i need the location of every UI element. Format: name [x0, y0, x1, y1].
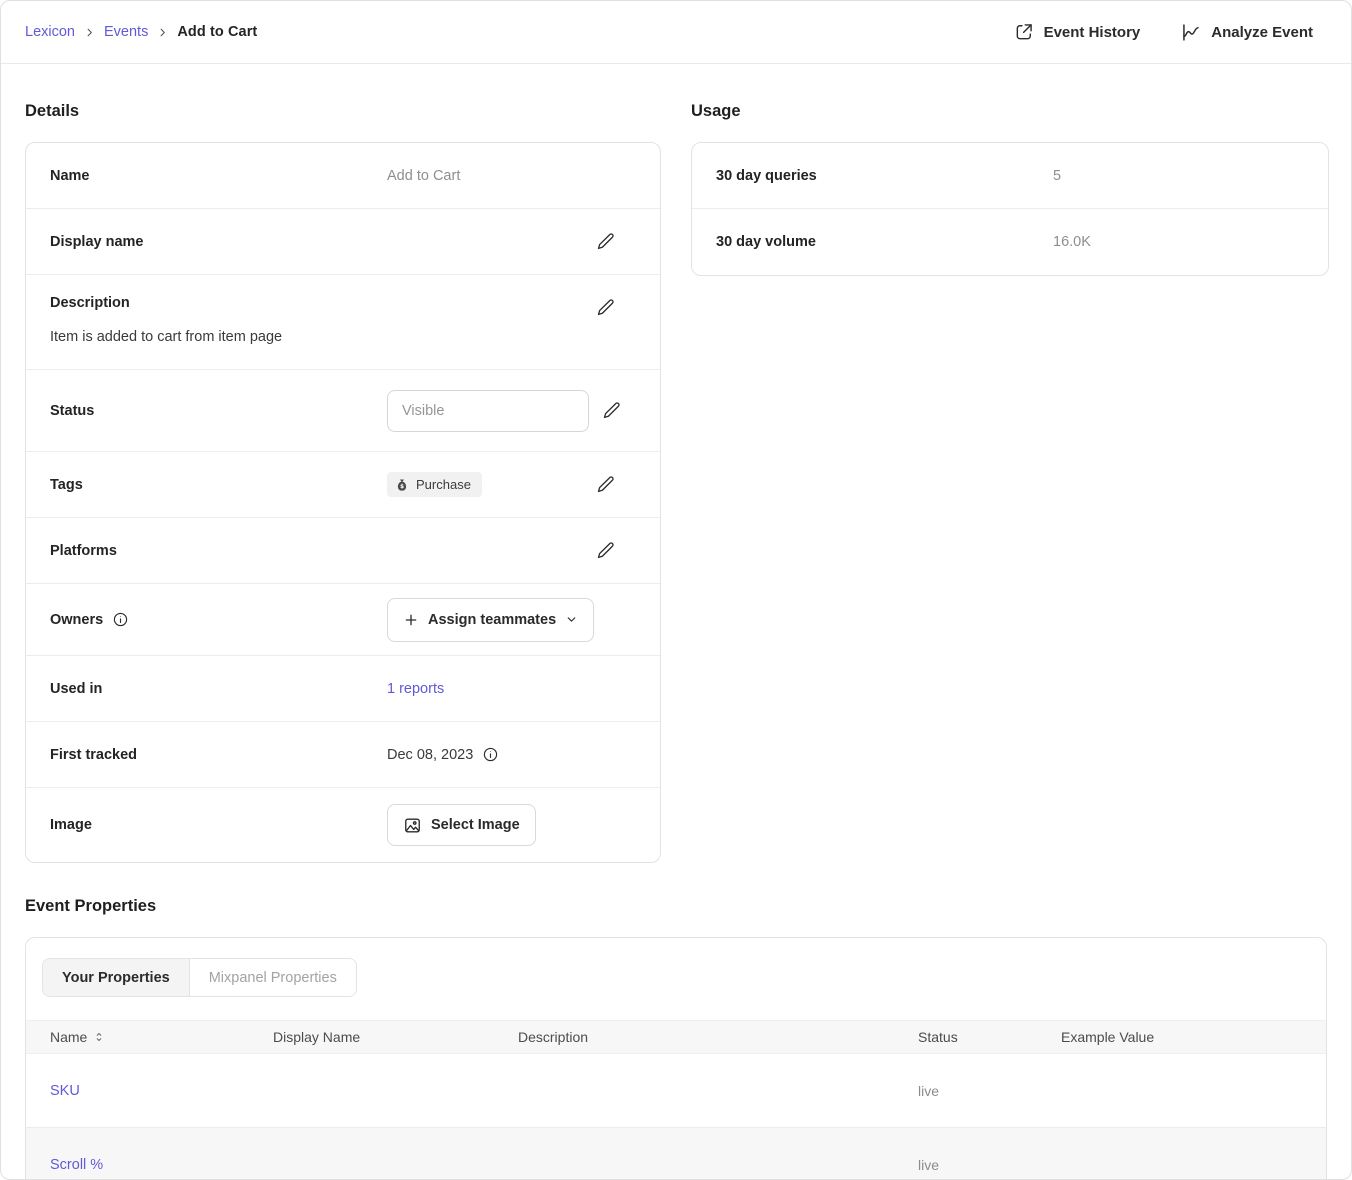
property-row-sku[interactable]: SKU live: [26, 1054, 1326, 1128]
queries-value: 5: [1053, 168, 1061, 184]
name-label: Name: [50, 168, 387, 184]
select-image-label: Select Image: [431, 817, 520, 833]
first-tracked-value: Dec 08, 2023: [387, 747, 473, 763]
display-name-label: Display name: [50, 234, 387, 250]
used-in-reports-link[interactable]: 1 reports: [387, 681, 444, 697]
edit-status-button[interactable]: [599, 398, 624, 423]
detail-row-tags: Tags $ Purchase: [26, 452, 660, 518]
property-status: live: [918, 1083, 1061, 1099]
property-status: live: [918, 1157, 1061, 1173]
image-icon: [403, 816, 422, 835]
breadcrumb: Lexicon Events Add to Cart: [25, 24, 257, 40]
pencil-icon: [595, 297, 616, 318]
edit-description-button[interactable]: [593, 295, 618, 320]
breadcrumb-link-lexicon[interactable]: Lexicon: [25, 24, 75, 40]
edit-display-name-button[interactable]: [593, 229, 618, 254]
detail-row-display-name: Display name: [26, 209, 660, 275]
detail-row-status: Status: [26, 370, 660, 452]
pencil-icon: [595, 540, 616, 561]
usage-card: 30 day queries 5 30 day volume 16.0K: [691, 142, 1329, 276]
first-tracked-label: First tracked: [50, 747, 387, 763]
event-properties-section: Event Properties Your Properties Mixpane…: [25, 895, 1327, 1180]
owners-label: Owners: [50, 612, 103, 628]
tags-label: Tags: [50, 477, 387, 493]
col-name: Name: [50, 1029, 87, 1045]
analyze-event-label: Analyze Event: [1211, 24, 1313, 41]
tag-purchase[interactable]: $ Purchase: [387, 472, 482, 497]
external-link-icon: [1014, 22, 1034, 42]
analyze-event-button[interactable]: Analyze Event: [1180, 22, 1313, 43]
queries-label: 30 day queries: [716, 168, 1053, 184]
event-history-label: Event History: [1044, 24, 1141, 41]
event-properties-card: Your Properties Mixpanel Properties Name: [25, 937, 1327, 1180]
chevron-right-icon: [157, 27, 168, 38]
event-history-button[interactable]: Event History: [1014, 22, 1141, 42]
detail-row-owners: Owners: [26, 584, 660, 656]
description-label: Description: [50, 295, 387, 311]
info-icon[interactable]: [112, 611, 129, 628]
assign-teammates-label: Assign teammates: [428, 612, 556, 628]
details-section: Details Name Add to Cart Display name: [25, 64, 661, 863]
status-label: Status: [50, 403, 387, 419]
breadcrumb-link-events[interactable]: Events: [104, 24, 148, 40]
platforms-label: Platforms: [50, 543, 387, 559]
image-label: Image: [50, 817, 387, 833]
usage-section: Usage 30 day queries 5 30 day volume 16.…: [691, 64, 1329, 276]
plus-icon: [403, 612, 419, 628]
volume-value: 16.0K: [1053, 234, 1091, 250]
top-bar: Lexicon Events Add to Cart Event Histo: [1, 1, 1351, 64]
detail-row-name: Name Add to Cart: [26, 143, 660, 209]
usage-title: Usage: [691, 100, 1329, 122]
detail-row-platforms: Platforms: [26, 518, 660, 584]
col-status: Status: [918, 1029, 1061, 1045]
pencil-icon: [601, 400, 622, 421]
topbar-actions: Event History Analyze Event: [1014, 22, 1313, 43]
col-example-value: Example Value: [1061, 1029, 1326, 1045]
select-image-button[interactable]: Select Image: [387, 804, 536, 846]
line-chart-icon: [1180, 22, 1201, 43]
sort-name-button[interactable]: [93, 1031, 105, 1043]
breadcrumb-current: Add to Cart: [177, 24, 257, 40]
app-window: Lexicon Events Add to Cart Event Histo: [0, 0, 1352, 1180]
event-properties-title: Event Properties: [25, 895, 1327, 917]
property-link-sku[interactable]: SKU: [50, 1083, 80, 1099]
edit-tags-button[interactable]: [593, 472, 618, 497]
money-bag-icon: $: [395, 478, 409, 492]
sort-icon: [93, 1031, 105, 1043]
tab-mixpanel-properties[interactable]: Mixpanel Properties: [189, 959, 356, 996]
used-in-label: Used in: [50, 681, 387, 697]
properties-tab-group: Your Properties Mixpanel Properties: [42, 958, 357, 997]
chevron-down-icon: [565, 613, 578, 626]
col-display-name: Display Name: [273, 1029, 518, 1045]
tab-your-properties[interactable]: Your Properties: [43, 959, 189, 996]
detail-row-image: Image Select Image: [26, 788, 660, 862]
status-input[interactable]: [387, 390, 589, 432]
property-row-scroll[interactable]: Scroll % live: [26, 1128, 1326, 1180]
description-value: Item is added to cart from item page: [50, 329, 636, 345]
tag-label: Purchase: [416, 477, 471, 492]
property-link-scroll[interactable]: Scroll %: [50, 1157, 103, 1173]
pencil-icon: [595, 474, 616, 495]
volume-label: 30 day volume: [716, 234, 1053, 250]
usage-row-volume: 30 day volume 16.0K: [692, 209, 1328, 275]
details-title: Details: [25, 100, 661, 122]
assign-teammates-button[interactable]: Assign teammates: [387, 598, 594, 642]
svg-text:$: $: [400, 484, 404, 490]
chevron-right-icon: [84, 27, 95, 38]
details-card: Name Add to Cart Display name: [25, 142, 661, 863]
detail-row-first-tracked: First tracked Dec 08, 2023: [26, 722, 660, 788]
info-icon[interactable]: [482, 746, 499, 763]
detail-row-description: Description Item is added to cart from i…: [26, 275, 660, 370]
usage-row-queries: 30 day queries 5: [692, 143, 1328, 209]
col-description: Description: [518, 1029, 918, 1045]
name-value: Add to Cart: [387, 168, 460, 184]
edit-platforms-button[interactable]: [593, 538, 618, 563]
properties-table: Name Display Name D: [26, 1020, 1326, 1180]
properties-table-header: Name Display Name D: [26, 1020, 1326, 1054]
detail-row-used-in: Used in 1 reports: [26, 656, 660, 722]
pencil-icon: [595, 231, 616, 252]
